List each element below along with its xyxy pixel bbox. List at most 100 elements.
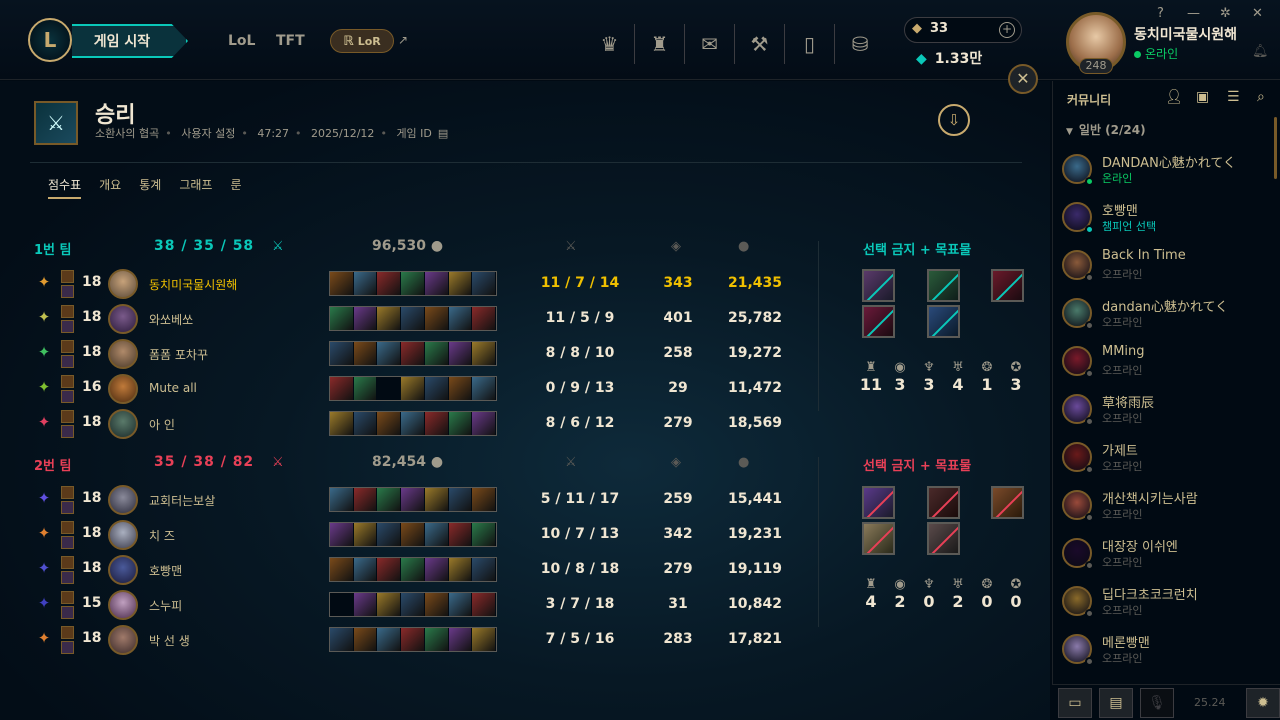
player-name[interactable]: 교회터는보살 xyxy=(149,492,215,509)
friend-item[interactable]: 草将雨辰 오프라인 xyxy=(1058,392,1268,440)
item-slot[interactable] xyxy=(401,488,425,511)
item-slot[interactable] xyxy=(353,488,378,511)
close-match-button[interactable]: ✕ xyxy=(1008,64,1038,94)
item-slot[interactable] xyxy=(472,412,497,435)
item-slot[interactable] xyxy=(424,488,449,511)
download-replay-button[interactable]: ⇩ xyxy=(938,104,970,136)
player-row[interactable]: ✦ 18 교회터는보살 5 / 11 / 17 259 15,441 xyxy=(30,483,790,517)
champion-portrait[interactable] xyxy=(108,555,138,585)
player-row[interactable]: ✦ 18 호빵맨 10 / 8 / 18 279 19,119 xyxy=(30,553,790,587)
tab-graph[interactable]: 그래프 xyxy=(179,176,212,197)
item-slot[interactable] xyxy=(353,377,378,400)
item-slot[interactable] xyxy=(377,628,402,651)
store-icon[interactable]: ⛁ xyxy=(835,24,885,64)
friend-item[interactable]: 호빵맨 챔피언 선택 xyxy=(1058,200,1268,248)
tab-tft[interactable]: TFT xyxy=(276,33,305,49)
player-row[interactable]: ✦ 18 와쏘베쏘 11 / 5 / 9 401 25,782 xyxy=(30,302,790,336)
player-name[interactable]: 박 선 생 xyxy=(149,632,190,649)
item-slot[interactable] xyxy=(448,272,473,295)
champion-portrait[interactable] xyxy=(108,269,138,299)
settings-gear-icon[interactable]: ✲ xyxy=(1220,6,1231,21)
item-slot[interactable] xyxy=(353,558,378,581)
item-slot[interactable] xyxy=(472,342,497,365)
item-slot[interactable] xyxy=(448,377,473,400)
item-slot[interactable] xyxy=(353,523,378,546)
item-slot[interactable] xyxy=(424,272,449,295)
search-icon[interactable]: ⌕ xyxy=(1257,89,1265,105)
item-slot[interactable] xyxy=(472,523,497,546)
notification-bell-icon[interactable]: 🔔︎ xyxy=(1252,44,1269,59)
item-slot[interactable] xyxy=(330,558,354,581)
collection-icon[interactable]: ▯ xyxy=(785,24,835,64)
item-slot[interactable] xyxy=(377,307,402,330)
item-slot[interactable] xyxy=(377,377,402,400)
player-row[interactable]: ✦ 16 Mute all 0 / 9 / 13 29 11,472 xyxy=(30,372,790,406)
item-slot[interactable] xyxy=(377,488,402,511)
friend-item[interactable]: DANDAN心魅かれてく 온라인 xyxy=(1058,152,1268,200)
friend-item[interactable]: MMing 오프라인 xyxy=(1058,344,1268,392)
item-slot[interactable] xyxy=(424,412,449,435)
lor-button[interactable]: ℝ LoR xyxy=(330,29,394,53)
player-name[interactable]: 아 인 xyxy=(149,416,175,433)
chat-icon[interactable]: ▭ xyxy=(1058,688,1092,718)
player-name[interactable]: 치 즈 xyxy=(149,527,175,544)
friend-item[interactable]: 메론빵맨 오프라인 xyxy=(1058,632,1268,680)
tab-overview[interactable]: 개요 xyxy=(99,176,121,197)
microphone-icon[interactable]: 🎙︎ xyxy=(1140,688,1174,718)
champion-portrait[interactable] xyxy=(108,625,138,655)
item-slot[interactable] xyxy=(424,523,449,546)
item-slot[interactable] xyxy=(448,412,473,435)
champion-portrait[interactable] xyxy=(108,485,138,515)
clash-icon[interactable]: ♛ xyxy=(585,24,635,64)
item-slot[interactable] xyxy=(353,272,378,295)
item-slot[interactable] xyxy=(401,377,425,400)
friend-item[interactable]: Back In Time 오프라인 xyxy=(1058,248,1268,296)
item-slot[interactable] xyxy=(472,558,497,581)
player-name[interactable]: Mute all xyxy=(149,381,197,395)
item-slot[interactable] xyxy=(377,412,402,435)
champion-portrait[interactable] xyxy=(108,339,138,369)
friend-item[interactable]: dandan心魅かれてく 오프라인 xyxy=(1058,296,1268,344)
item-slot[interactable] xyxy=(353,628,378,651)
champion-portrait[interactable] xyxy=(108,374,138,404)
item-slot[interactable] xyxy=(330,272,354,295)
item-slot[interactable] xyxy=(424,377,449,400)
player-name[interactable]: 스누피 xyxy=(149,597,182,614)
item-slot[interactable] xyxy=(377,593,402,616)
player-row[interactable]: ✦ 18 치 즈 10 / 7 / 13 342 19,231 xyxy=(30,518,790,552)
friend-item[interactable]: 가제트 오프라인 xyxy=(1058,440,1268,488)
champion-portrait[interactable] xyxy=(108,409,138,439)
item-slot[interactable] xyxy=(377,272,402,295)
league-logo-icon[interactable]: L xyxy=(28,18,72,62)
close-window-icon[interactable]: ✕ xyxy=(1252,6,1263,21)
item-slot[interactable] xyxy=(424,558,449,581)
list-view-icon[interactable]: ☰ xyxy=(1227,89,1240,105)
crafting-icon[interactable]: ⚒ xyxy=(735,24,785,64)
item-slot[interactable] xyxy=(401,412,425,435)
add-friend-icon[interactable]: 👤︎ xyxy=(1165,89,1183,105)
minimize-icon[interactable]: — xyxy=(1187,6,1200,21)
copy-icon[interactable]: ▤ xyxy=(438,127,448,140)
add-folder-icon[interactable]: ▣ xyxy=(1196,89,1209,105)
item-slot[interactable] xyxy=(330,628,354,651)
item-slot[interactable] xyxy=(353,342,378,365)
friend-group-header[interactable]: ▼ 일반 (2/24) xyxy=(1066,121,1146,138)
player-row[interactable]: ✦ 18 아 인 8 / 6 / 12 279 18,569 xyxy=(30,407,790,441)
champion-portrait[interactable] xyxy=(108,520,138,550)
scrollbar[interactable] xyxy=(1274,117,1277,179)
item-slot[interactable] xyxy=(472,628,497,651)
item-slot[interactable] xyxy=(401,593,425,616)
champion-portrait[interactable] xyxy=(108,590,138,620)
item-slot[interactable] xyxy=(472,593,497,616)
item-slot[interactable] xyxy=(448,628,473,651)
item-slot[interactable] xyxy=(377,558,402,581)
profile-status[interactable]: 온라인 xyxy=(1134,45,1178,62)
item-slot[interactable] xyxy=(330,488,354,511)
buy-rp-button[interactable]: + xyxy=(999,22,1015,38)
item-slot[interactable] xyxy=(330,593,354,616)
item-slot[interactable] xyxy=(353,593,378,616)
champion-portrait[interactable] xyxy=(108,304,138,334)
player-row[interactable]: ✦ 18 동치미국물시원해 11 / 7 / 14 343 21,435 xyxy=(30,267,790,301)
game-id[interactable]: 게임 ID xyxy=(396,127,431,140)
friend-item[interactable]: 대장장 이쉬엔 오프라인 xyxy=(1058,536,1268,584)
